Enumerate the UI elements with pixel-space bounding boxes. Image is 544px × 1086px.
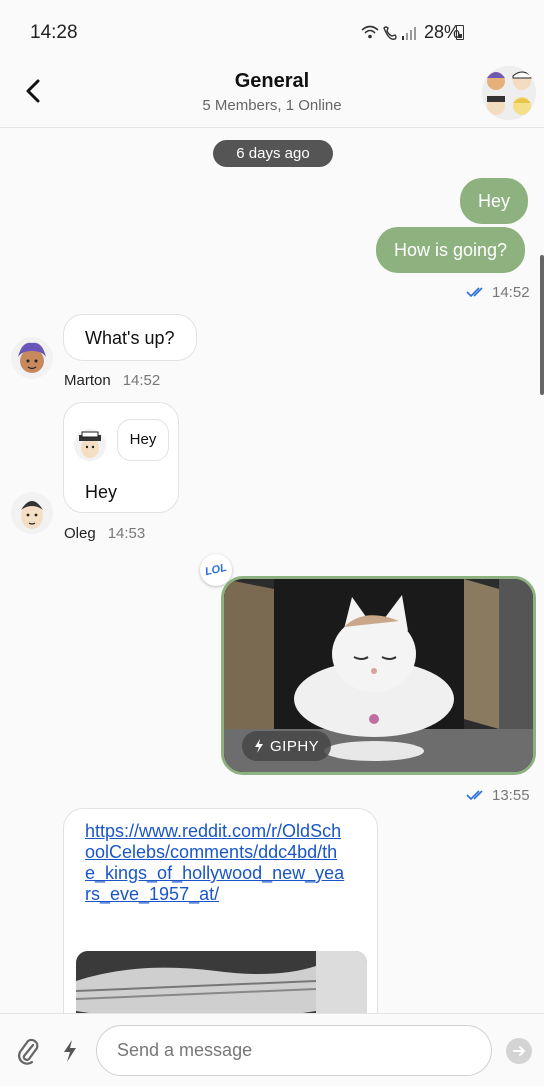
read-receipt-icon	[466, 287, 483, 298]
read-receipt-icon	[466, 790, 483, 801]
status-right: 28%	[360, 22, 460, 43]
avatar[interactable]	[11, 492, 53, 534]
date-separator: 6 days ago	[213, 140, 333, 167]
message-meta: Oleg 14:53	[64, 525, 145, 542]
group-avatar-icon	[482, 66, 536, 120]
message-text: Hey	[85, 482, 118, 502]
giphy-label: GIPHY	[270, 737, 320, 755]
battery-text: 28%	[423, 22, 460, 42]
giphy-attachment[interactable]: GIPHY	[221, 576, 536, 775]
user-avatar-icon	[11, 337, 53, 379]
message-meta: Marton 14:52	[64, 372, 160, 389]
scrollbar[interactable]	[540, 255, 544, 395]
commands-button[interactable]	[58, 1036, 82, 1066]
message-bubble-mine[interactable]: Hey	[460, 178, 529, 224]
message-input[interactable]	[96, 1025, 492, 1076]
user-avatar-icon	[11, 492, 53, 534]
message-time: 13:55	[492, 787, 530, 804]
giphy-badge: GIPHY	[242, 731, 332, 761]
author-name: Marton	[64, 372, 111, 389]
timestamp: 14:52	[122, 372, 161, 389]
user-avatar-icon	[74, 429, 106, 461]
message-time: 14:52	[492, 284, 530, 301]
status-bar: 14:28 28%	[0, 0, 544, 58]
quote-avatar	[74, 429, 106, 461]
send-button[interactable]	[506, 1038, 532, 1064]
author-name: Oleg	[64, 525, 96, 542]
avatar[interactable]	[11, 337, 53, 379]
link-message[interactable]: https://www.reddit.com/r/OldSchoolCelebs…	[63, 808, 378, 1038]
status-time: 14:28	[30, 22, 78, 43]
message-link[interactable]: https://www.reddit.com/r/OldSchoolCelebs…	[85, 821, 345, 905]
attach-button[interactable]	[14, 1036, 42, 1066]
reaction-label: LOL	[203, 561, 229, 579]
message-composer	[0, 1013, 544, 1086]
timestamp: 13:55	[492, 787, 530, 804]
group-avatar[interactable]	[482, 66, 536, 120]
message-bubble[interactable]: Hey Hey	[63, 402, 179, 513]
channel-header: General 5 Members, 1 Online	[0, 58, 544, 128]
lightning-icon	[255, 739, 263, 753]
message-bubble-mine[interactable]: How is going?	[376, 227, 526, 273]
channel-subtitle: 5 Members, 1 Online	[202, 97, 342, 114]
lightning-icon	[64, 1040, 76, 1062]
paperclip-icon	[18, 1038, 39, 1065]
send-arrow-icon	[513, 1046, 525, 1056]
channel-title: General	[234, 70, 310, 92]
quoted-message[interactable]: Hey	[117, 419, 169, 461]
message-text: What's up?	[85, 327, 175, 348]
message-bubble[interactable]: What's up?	[63, 314, 197, 361]
reaction-badge[interactable]: LOL	[200, 554, 232, 586]
battery-icon	[456, 25, 464, 40]
timestamp: 14:52	[492, 284, 530, 301]
timestamp: 14:53	[107, 525, 146, 542]
status-icons	[361, 25, 416, 40]
